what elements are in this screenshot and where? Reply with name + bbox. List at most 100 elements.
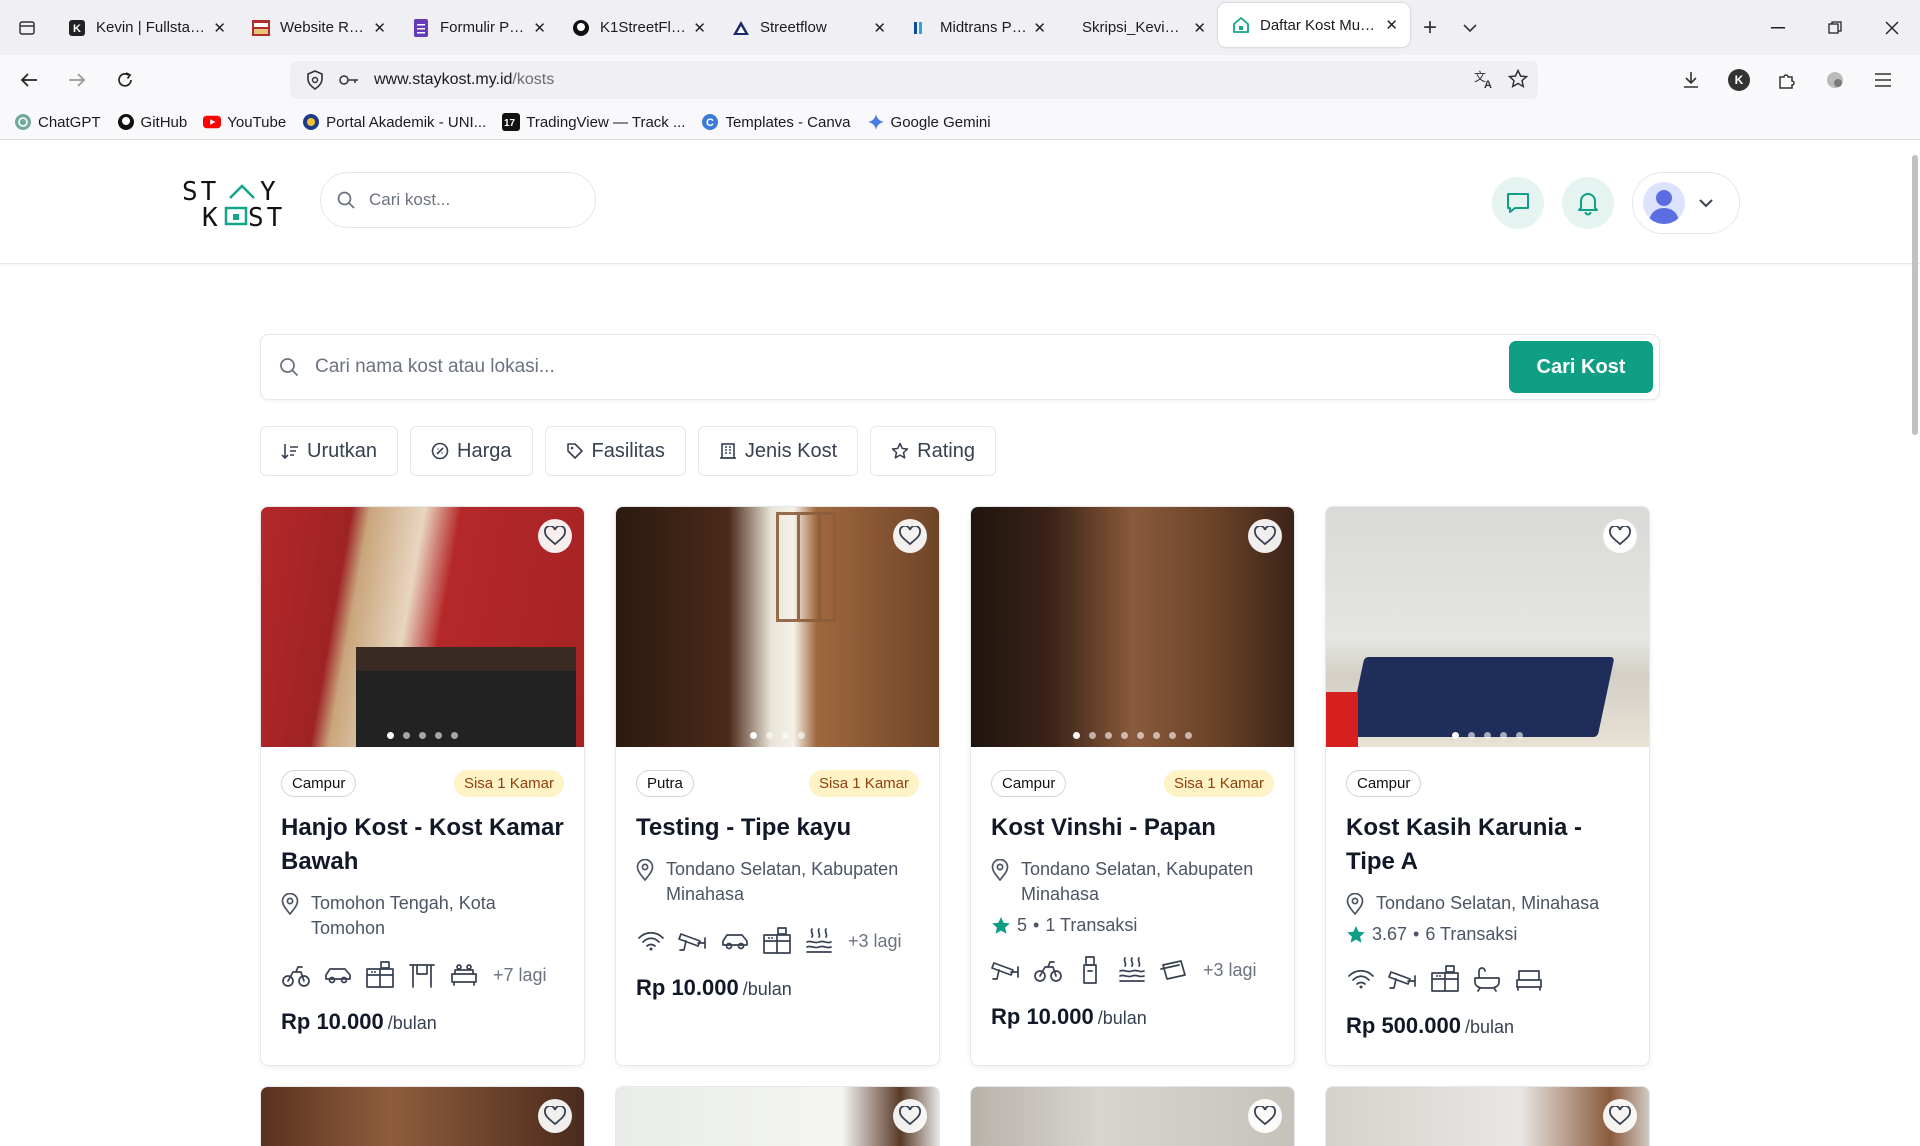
browser-tab[interactable]: K Kevin | Fullstack Developer ✕ (54, 0, 238, 55)
svg-text:C: C (706, 117, 714, 129)
bookmark-item[interactable]: ChatGPT (14, 113, 101, 131)
listing-price: Rp 10.000/bulan (636, 975, 919, 1001)
svg-text:K: K (73, 23, 81, 35)
close-tab-icon[interactable]: ✕ (693, 19, 706, 37)
close-tab-icon[interactable]: ✕ (1193, 19, 1206, 37)
photo-carousel-dots[interactable] (261, 732, 584, 739)
listing-card[interactable]: Campur Sisa 1 Kamar Kost Vinshi - Papan Ton… (970, 506, 1295, 1066)
listing-card[interactable] (970, 1086, 1295, 1146)
svg-text:K: K (202, 203, 218, 232)
permissions-key-icon[interactable] (338, 69, 360, 91)
url-text[interactable]: www.staykost.my.id/kosts (374, 71, 554, 89)
staykost-logo[interactable]: ST Y K ST (180, 178, 300, 232)
price-value: Rp 10.000 (636, 975, 739, 1000)
browser-tab[interactable]: Streetflow ✕ (718, 0, 898, 55)
browser-tab[interactable]: Website Resmi Desa ✕ (238, 0, 398, 55)
filter-button[interactable]: Harga (410, 426, 533, 476)
heart-icon[interactable] (1603, 1099, 1637, 1133)
listing-title[interactable]: Kost Vinshi - Papan (991, 811, 1274, 845)
filter-label: Jenis Kost (744, 439, 838, 462)
photo-carousel-dots[interactable] (1326, 732, 1649, 739)
listing-photo[interactable] (616, 507, 939, 747)
close-tab-icon[interactable]: ✕ (1385, 16, 1398, 34)
main-search-bar[interactable]: Cari nama kost atau lokasi... Cari Kost (260, 334, 1660, 400)
cari-kost-button[interactable]: Cari Kost (1509, 341, 1653, 393)
listing-photo[interactable] (261, 507, 584, 747)
price-period: /bulan (1464, 1017, 1515, 1037)
extension-globe-icon[interactable] (1816, 61, 1854, 99)
translate-icon[interactable]: 文A (1474, 69, 1494, 89)
close-tab-icon[interactable]: ✕ (213, 19, 226, 37)
listing-title[interactable]: Testing - Tipe kayu (636, 811, 919, 845)
photo-carousel-dots[interactable] (616, 732, 939, 739)
page-scrollbar[interactable] (1912, 155, 1918, 435)
shield-icon[interactable] (304, 69, 326, 91)
listing-card[interactable]: Campur Kost Kasih Karunia - Tipe A Tondano… (1325, 506, 1650, 1066)
bookmark-item[interactable]: GitHub (117, 113, 187, 131)
bookmark-item[interactable]: 17 TradingView — Track ... (502, 113, 685, 131)
browser-tab[interactable]: Skripsi_Kevin Mclaren ✕ (1058, 0, 1218, 55)
heart-icon[interactable] (538, 1099, 572, 1133)
tab-overflow-chevron-icon[interactable] (1450, 0, 1490, 55)
svg-text:17: 17 (504, 118, 516, 129)
filter-button[interactable]: Jenis Kost (697, 426, 859, 476)
heart-icon[interactable] (893, 1099, 927, 1133)
header-search-input[interactable]: Cari kost... (320, 172, 596, 228)
bookmark-item[interactable]: C Templates - Canva (701, 113, 851, 131)
bookmark-item[interactable]: Google Gemini (867, 113, 991, 131)
minimize-icon[interactable] (1749, 0, 1806, 55)
account-avatar-icon[interactable]: K (1720, 61, 1758, 99)
heart-icon[interactable] (893, 519, 927, 553)
heart-icon[interactable] (1603, 519, 1637, 553)
chat-button[interactable] (1492, 177, 1544, 229)
back-arrow-icon[interactable] (10, 61, 48, 99)
profile-menu-button[interactable] (1632, 172, 1740, 234)
listing-card[interactable]: Putra Sisa 1 Kamar Testing - Tipe kayu Tond… (615, 506, 940, 1066)
close-tab-icon[interactable]: ✕ (1033, 19, 1046, 37)
heart-icon[interactable] (1248, 1099, 1282, 1133)
forward-arrow-icon[interactable] (58, 61, 96, 99)
listing-rating: 5 • 1 Transaksi (991, 915, 1274, 936)
address-bar[interactable]: www.staykost.my.id/kosts 文A (290, 61, 1538, 99)
listing-card[interactable] (1325, 1086, 1650, 1146)
bookmark-item[interactable]: YouTube (203, 113, 286, 131)
tab-list-icon[interactable] (0, 0, 54, 55)
heart-icon[interactable] (1248, 519, 1282, 553)
downloads-icon[interactable] (1672, 61, 1710, 99)
browser-tab[interactable]: K1StreetFlow/streetflow ✕ (558, 0, 718, 55)
photo-carousel-dots[interactable] (971, 732, 1294, 739)
star-icon (1346, 925, 1366, 944)
bookmark-item[interactable]: Portal Akademik - UNI... (302, 113, 486, 131)
extensions-puzzle-icon[interactable] (1768, 61, 1806, 99)
browser-tab[interactable]: Formulir Pendaftaran ✕ (398, 0, 558, 55)
close-tab-icon[interactable]: ✕ (533, 19, 546, 37)
restore-icon[interactable] (1806, 0, 1863, 55)
bookmark-label: YouTube (227, 113, 287, 131)
filter-button[interactable]: Urutkan (260, 426, 399, 476)
search-icon (337, 191, 355, 209)
close-tab-icon[interactable]: ✕ (373, 19, 386, 37)
listing-card[interactable]: Campur Sisa 1 Kamar Hanjo Kost - Kost Kama… (260, 506, 585, 1066)
listing-card[interactable] (615, 1086, 940, 1146)
close-tab-icon[interactable]: ✕ (873, 19, 886, 37)
listing-photo[interactable] (971, 507, 1294, 747)
github-favicon (572, 19, 590, 37)
heart-icon[interactable] (538, 519, 572, 553)
listing-title[interactable]: Hanjo Kost - Kost Kamar Bawah (281, 811, 564, 879)
bookmark-star-icon[interactable] (1508, 69, 1528, 89)
filter-button[interactable]: Rating (870, 426, 996, 476)
browser-tab[interactable]: Daftar Kost Murah ✕ (1218, 3, 1410, 47)
listing-title[interactable]: Kost Kasih Karunia - Tipe A (1346, 811, 1629, 879)
new-tab-button[interactable]: + (1410, 0, 1450, 55)
listing-location: Tondano Selatan, Kabupaten Minahasa (636, 857, 919, 907)
close-window-icon[interactable] (1863, 0, 1920, 55)
menu-hamburger-icon[interactable] (1864, 61, 1902, 99)
listing-photo[interactable] (1326, 507, 1649, 747)
kost-type-badge: Campur (991, 769, 1067, 797)
filter-button[interactable]: Fasilitas (544, 426, 686, 476)
browser-tab[interactable]: Midtrans Payment ✕ (898, 0, 1058, 55)
notification-button[interactable] (1562, 177, 1614, 229)
reload-icon[interactable] (106, 61, 144, 99)
bookmark-label: Portal Akademik - UNI... (326, 113, 487, 131)
listing-card[interactable] (260, 1086, 585, 1146)
